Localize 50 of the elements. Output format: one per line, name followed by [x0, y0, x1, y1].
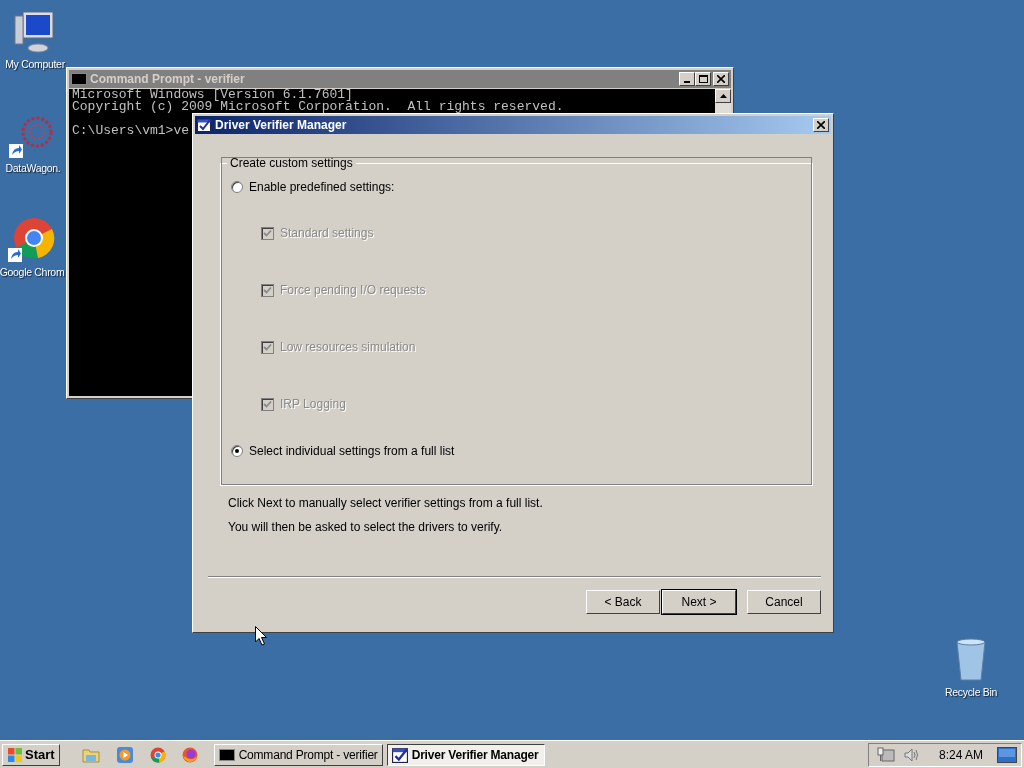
close-button[interactable] [813, 118, 829, 132]
radio-button[interactable] [231, 445, 243, 457]
radio-button[interactable] [231, 181, 243, 193]
taskbar-button[interactable]: Driver Verifier Manager [386, 743, 545, 766]
start-button[interactable]: Start [2, 743, 60, 766]
taskbar-button[interactable]: Command Prompt - verifier [213, 743, 383, 766]
option-label: Low resources simulation [280, 340, 416, 354]
window-title: Driver Verifier Manager [215, 118, 348, 132]
clock[interactable]: 8:24 AM [938, 747, 983, 762]
dialog-button[interactable]: < Back [586, 590, 660, 614]
close-icon [817, 121, 825, 129]
instruction-text: You will then be asked to select the drivers to verify. [228, 520, 504, 534]
browser-icon[interactable] [149, 746, 166, 763]
option-label: IRP Logging [280, 397, 346, 411]
minimize-button[interactable] [679, 72, 695, 86]
network-icon[interactable] [876, 746, 895, 763]
console-line: C:\Users\vm1>ve [72, 125, 190, 137]
dialog-button[interactable]: Next > [662, 590, 736, 614]
start-logo-icon [7, 746, 23, 763]
close-icon [717, 75, 725, 83]
option-label: Select individual settings from a full list [249, 444, 455, 458]
dialog-button[interactable]: Cancel [747, 590, 821, 614]
checklist-icon [197, 118, 211, 132]
console-line: Copyright (c) 2009 Microsoft Corporation. All rights reserved. [72, 101, 564, 113]
up-arrow-icon [719, 94, 727, 98]
group-label: Create custom settings [229, 156, 354, 170]
icon-label: My Computer [5, 58, 65, 70]
icon-label: DataWagon. [5, 162, 61, 174]
instruction-text: Click Next to manually select verifier settings from a full list. [228, 496, 544, 510]
icon-label: Google Chrom [0, 266, 65, 278]
console-line: Microsoft Windows [Version 6.1.7601] [72, 89, 353, 101]
option-label: Enable predefined settings: [249, 180, 395, 194]
maximize-button[interactable] [695, 72, 711, 86]
maximize-icon [698, 75, 708, 83]
icon-label: Recycle Bin [944, 686, 998, 698]
desktop-icon[interactable]: My Computer [4, 8, 66, 70]
show-desktop-icon[interactable] [997, 746, 1017, 763]
option-label: Force pending I/O requests [280, 283, 426, 297]
checklist-icon [391, 746, 408, 763]
speaker-icon[interactable] [902, 746, 921, 763]
option-label: Standard settings [280, 226, 374, 240]
close-button[interactable] [713, 72, 729, 86]
console-icon [218, 748, 235, 761]
desktop-icon[interactable]: DataWagon. [2, 112, 64, 174]
desktop-icon[interactable]: Recycle Bin [940, 636, 1002, 698]
fox-browser-icon[interactable] [181, 746, 198, 763]
window-title: Command Prompt - verifier [90, 72, 246, 86]
scroll-up-button[interactable] [715, 89, 731, 103]
media-player-icon[interactable] [115, 745, 134, 764]
desktop-icon[interactable]: Google Chrom [1, 216, 63, 278]
